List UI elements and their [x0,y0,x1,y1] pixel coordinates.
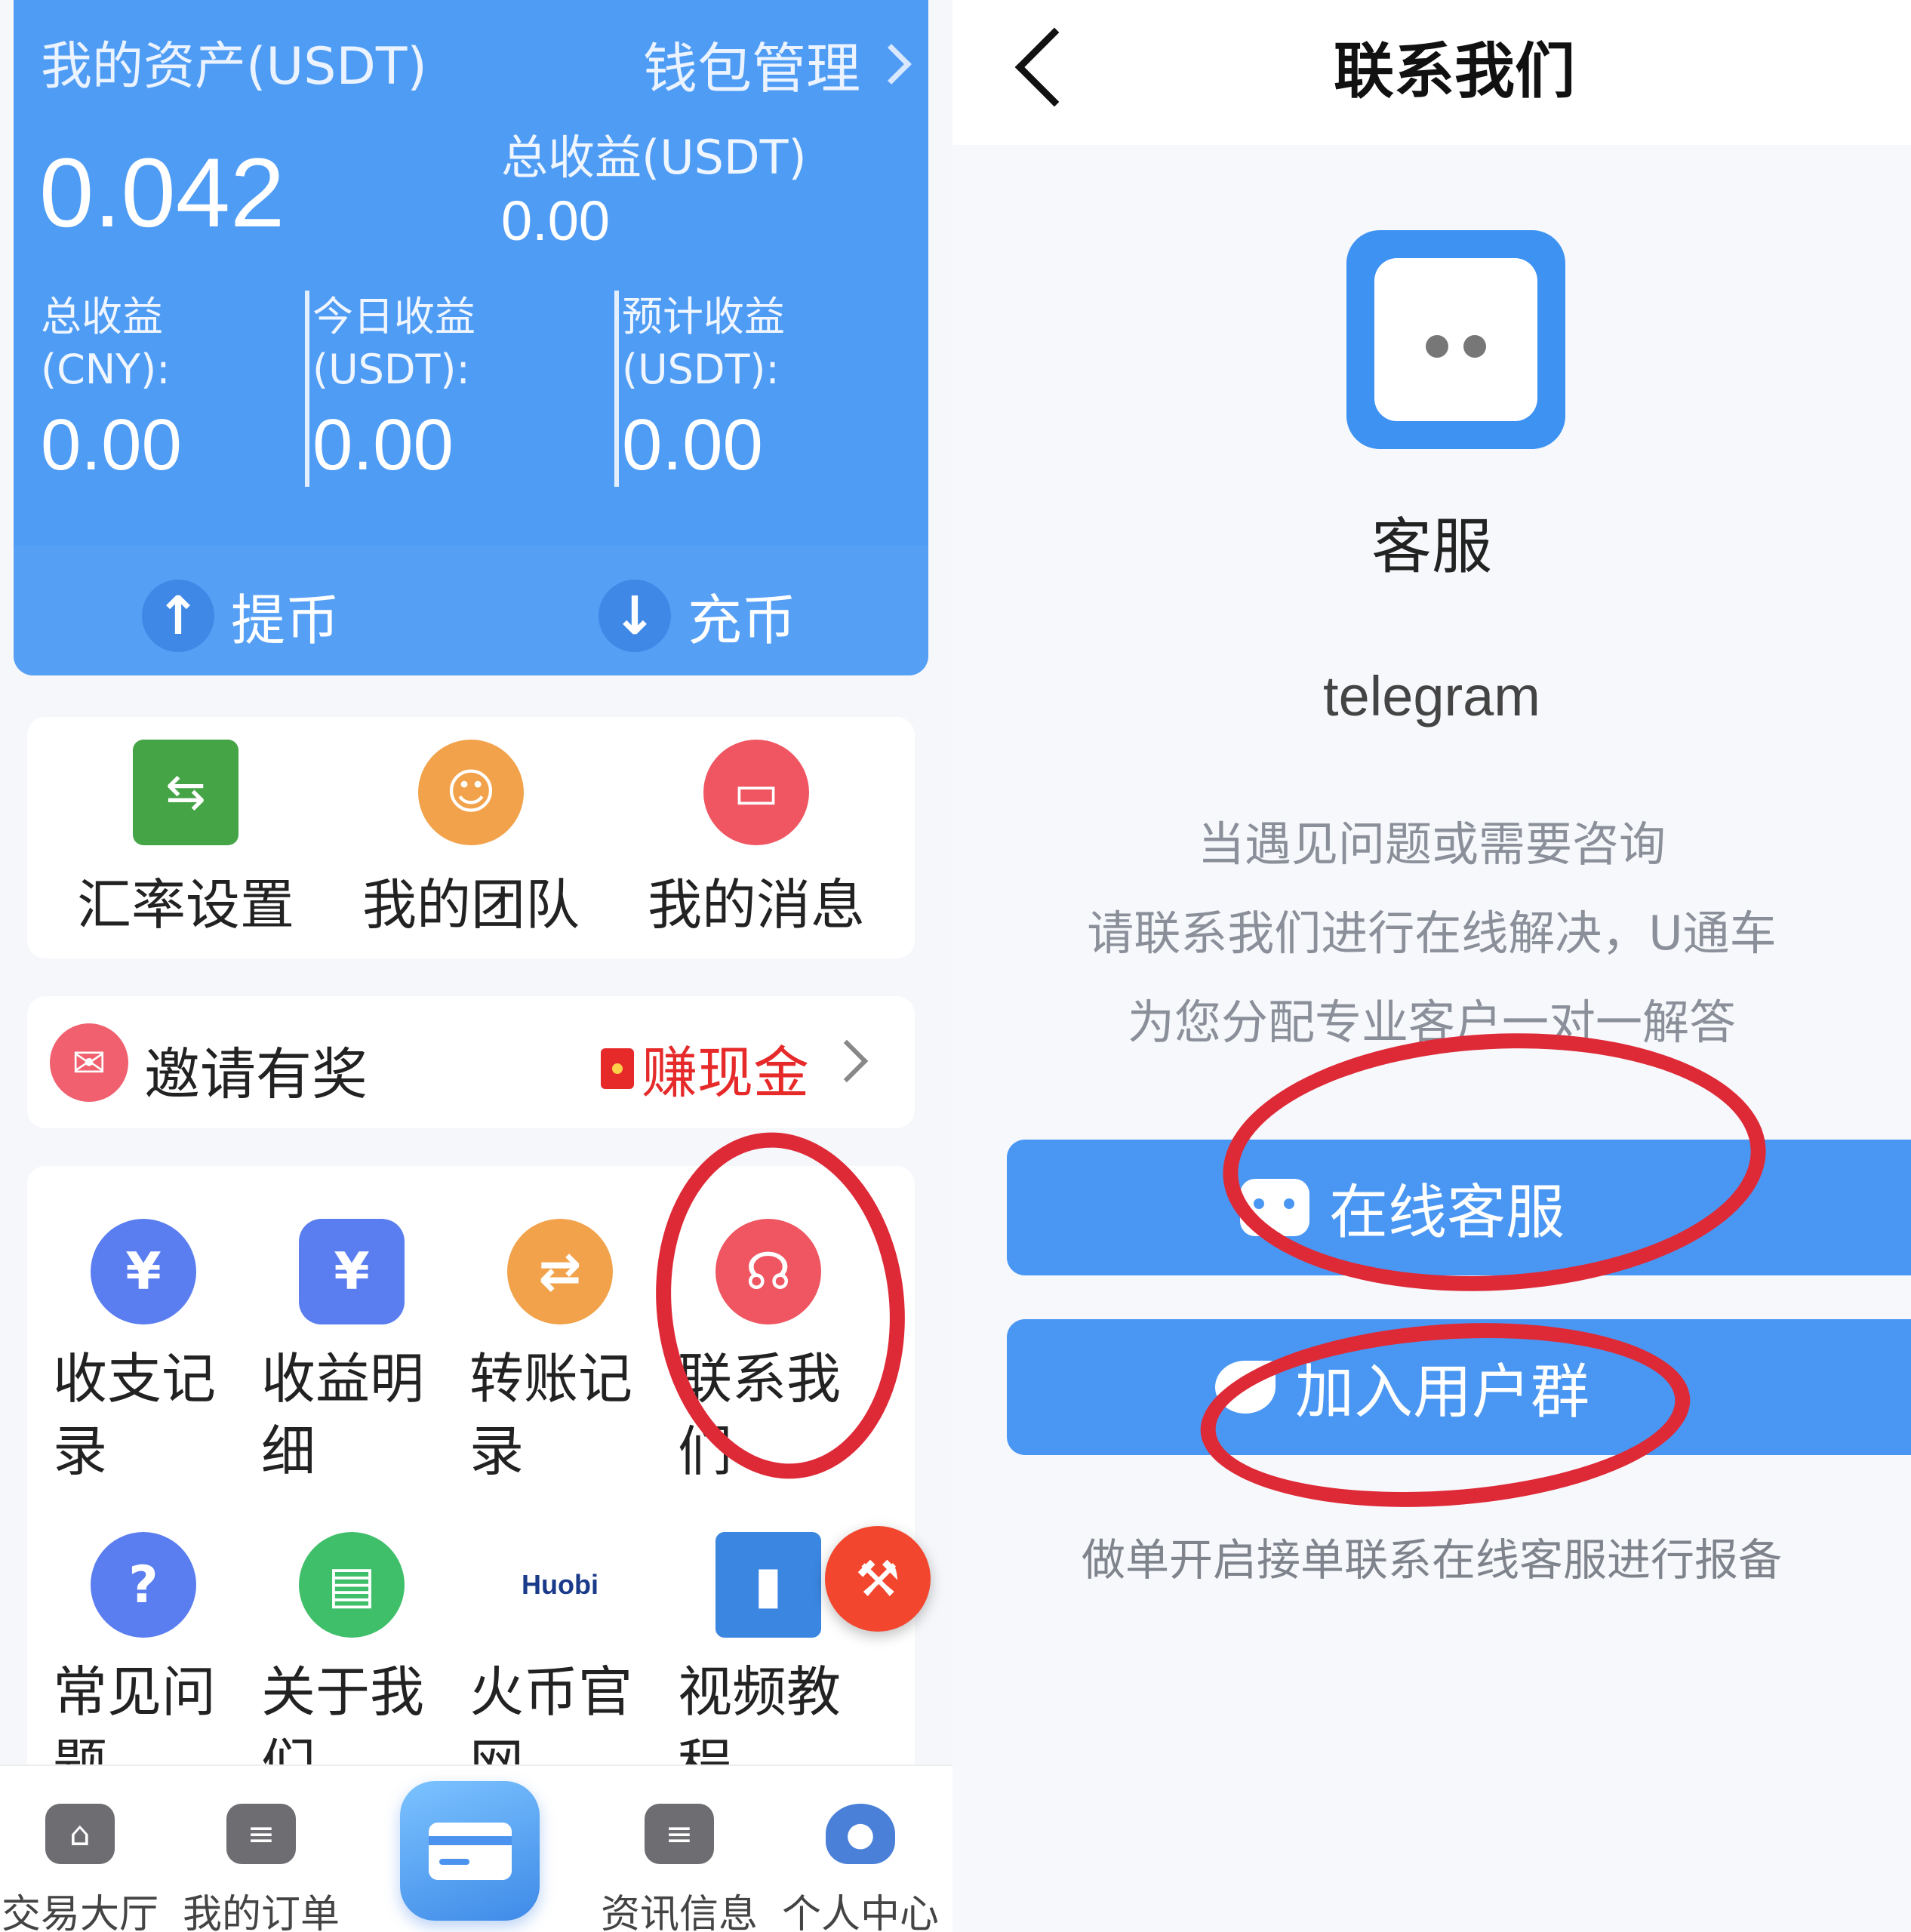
earn-cash: 赚现金 [601,1028,809,1109]
stat-unit: (USDT): [622,346,780,393]
grid-label: 收益明细 [261,1347,425,1483]
wallet-manage-label: 钱包管理 [642,37,860,100]
tab-label: 资讯信息 [600,1892,758,1932]
huobi-logo-icon: Huobi [507,1532,613,1638]
income-detail-icon: ¥ [299,1219,405,1324]
customer-service-icon [1346,230,1565,449]
desc-line: 当遇见问题或需要咨询 [1197,817,1666,872]
gift-icon: ✉ [50,1023,128,1102]
earn-label: 赚现金 [642,1041,809,1106]
grid-transfer-records[interactable]: ⇄ 转账记录 [469,1219,666,1487]
chevron-right-icon [825,1039,869,1083]
stat-label: 总收益 [41,293,163,340]
about-icon: ▤ [299,1532,405,1638]
arrow-down-icon: ↓ [599,579,671,652]
wallet-manage-link[interactable]: 钱包管理 [642,24,912,103]
stat-label: 预计收益 [622,293,785,340]
channel-name: telegram [1323,665,1540,728]
quick-my-messages[interactable]: ▭ 我的消息 [635,740,877,940]
home-icon: ⌂ [45,1804,115,1864]
records-icon: ¥ [91,1219,196,1324]
contact-description: 当遇见问题或需要咨询 请联系我们进行在线解决，U通车 为您分配专业客户一对一解答 [952,800,1911,1067]
quick-exchange-rate[interactable]: ⇆ 汇率设置 [65,740,306,940]
deposit-label: 充币 [688,589,797,652]
nav-header: 联系我们 [952,0,1911,145]
stat-expected: 预计收益 (USDT): 0.00 [614,291,901,487]
tab-profile[interactable]: ● 个人中心 [770,1804,951,1932]
message-icon: ▭ [703,740,809,845]
chevron-right-icon [871,43,912,85]
tab-label: 我的订单 [182,1892,340,1932]
stat-value: 0.00 [41,405,182,485]
team-icon: ☺ [418,740,524,845]
quick-label: 我的消息 [647,873,865,937]
grid-income-detail[interactable]: ¥ 收益明细 [261,1219,457,1487]
tab-my-orders[interactable]: ≡ 我的订单 [171,1804,352,1932]
stat-total-cny: 总收益 (CNY): 0.00 [41,291,328,487]
quick-my-team[interactable]: ☺ 我的团队 [350,740,592,940]
invite-banner[interactable]: ✉ 邀请有奖 赚现金 [27,996,915,1128]
transfer-icon: ⇄ [507,1219,613,1324]
total-income-value: 0.00 [501,189,611,252]
grid-faq[interactable]: ? 常见问题 [53,1532,249,1801]
tab-label: 个人中心 [781,1892,939,1932]
contact-us-screen: 联系我们 客服 telegram 当遇见问题或需要咨询 请联系我们进行在线解决，… [952,0,1911,1932]
orders-icon: ≡ [226,1804,296,1864]
stat-today: 今日收益 (USDT): 0.00 [305,291,592,487]
card-icon [428,1822,512,1880]
floating-worker-icon[interactable]: ⚒ [825,1526,931,1632]
faq-icon: ? [91,1532,196,1638]
tab-news[interactable]: ≡ 资讯信息 [589,1804,770,1932]
red-envelope-icon [601,1048,634,1089]
asset-title: 我的资产(USDT) [41,37,427,97]
stat-label: 今日收益 [312,293,475,340]
asset-actions: ↑ 提币 ↓ 充币 [14,546,928,675]
withdraw-label: 提币 [231,589,340,652]
tab-label: 交易大厅 [1,1892,158,1932]
chat-bubble-icon [1374,258,1537,421]
total-income-label: 总收益(USDT) [501,130,807,185]
deposit-button[interactable]: ↓ 充币 [599,576,796,655]
exchange-icon: ⇆ [133,740,238,845]
video-tutorial-icon: ▮ [715,1532,821,1638]
page-title: 联系我们 [1334,36,1575,106]
tab-trading-hall[interactable]: ⌂ 交易大厅 [0,1804,171,1932]
stat-unit: (CNY): [41,346,171,393]
news-icon: ≡ [645,1804,714,1864]
grid-label: 转账记录 [469,1347,633,1483]
grid-huobi-site[interactable]: Huobi 火币官网 [469,1532,666,1801]
balance-value: 0.042 [39,137,285,248]
grid-label: 收支记录 [53,1347,217,1483]
profile-icon: ● [826,1804,895,1864]
grid-income-records[interactable]: ¥ 收支记录 [53,1219,249,1487]
app-home-screen: 我的资产(USDT) 钱包管理 0.042 总收益(USDT) 0.00 总收益… [0,0,952,1932]
invite-label: 邀请有奖 [144,1042,368,1107]
asset-card: 我的资产(USDT) 钱包管理 0.042 总收益(USDT) 0.00 总收益… [14,0,928,675]
withdraw-button[interactable]: ↑ 提币 [142,576,340,655]
service-name: 客服 [1371,512,1492,582]
stat-value: 0.00 [622,405,763,485]
report-note: 做单开启接单联系在线客服进行报备 [1081,1534,1782,1586]
arrow-up-icon: ↑ [142,579,214,652]
tab-wallet-center[interactable] [400,1781,540,1921]
desc-line: 请联系我们进行在线解决，U通车 [1087,906,1777,961]
grid-about-us[interactable]: ▤ 关于我们 [261,1532,457,1801]
stat-value: 0.00 [312,405,454,485]
quick-actions: ⇆ 汇率设置 ☺ 我的团队 ▭ 我的消息 [27,717,915,958]
quick-label: 我的团队 [362,873,580,937]
stat-unit: (USDT): [312,346,470,393]
quick-label: 汇率设置 [76,873,294,937]
